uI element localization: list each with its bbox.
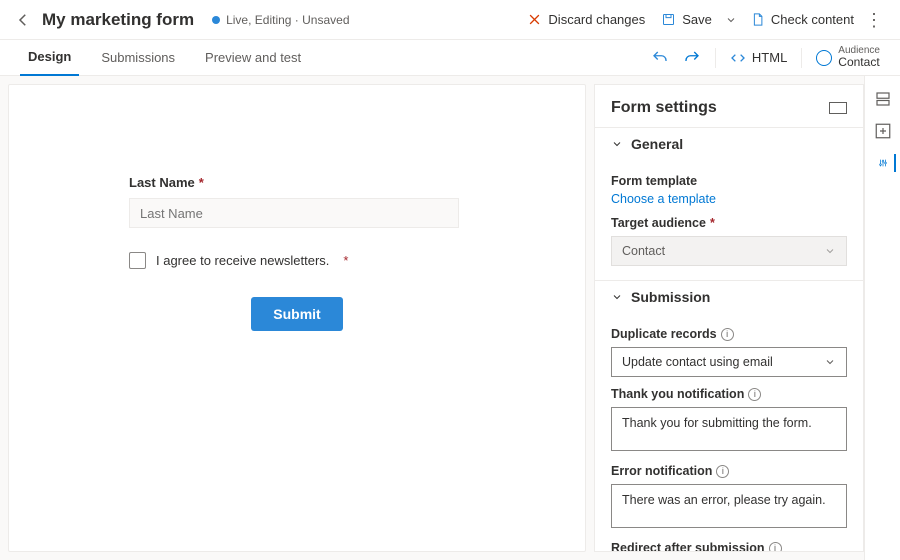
submit-button[interactable]: Submit [251, 297, 342, 331]
right-icon-rail [864, 76, 900, 560]
close-icon [527, 12, 542, 27]
choose-template-link[interactable]: Choose a template [611, 192, 716, 206]
redirect-label: Redirect after submissioni [611, 541, 847, 552]
document-icon [750, 12, 765, 27]
audience-selector[interactable]: Audience Contact [816, 45, 880, 69]
lastname-input[interactable] [129, 198, 459, 228]
back-icon[interactable] [14, 11, 32, 29]
section-general-toggle[interactable]: General [595, 127, 863, 160]
tab-preview[interactable]: Preview and test [197, 41, 309, 75]
info-icon[interactable]: i [716, 465, 729, 478]
thankyou-textarea[interactable] [611, 407, 847, 451]
more-actions-button[interactable]: ⋮ [862, 11, 886, 29]
elements-rail-button[interactable] [874, 90, 892, 108]
save-button[interactable]: Save [653, 8, 720, 31]
tab-design[interactable]: Design [20, 40, 79, 76]
undo-button[interactable] [651, 49, 669, 67]
chevron-down-icon [611, 291, 623, 303]
code-icon [730, 50, 746, 66]
target-audience-label: Target audience* [611, 216, 847, 230]
target-icon [816, 50, 832, 66]
info-icon[interactable]: i [748, 388, 761, 401]
info-icon[interactable]: i [721, 328, 734, 341]
info-icon[interactable]: i [769, 542, 782, 553]
chevron-down-icon [611, 138, 623, 150]
save-icon [661, 12, 676, 27]
duplicate-records-select[interactable]: Update contact using email [611, 347, 847, 377]
html-view-button[interactable]: HTML [730, 50, 787, 66]
status-text: Live, Editing · Unsaved [226, 13, 349, 27]
add-rail-button[interactable] [874, 122, 892, 140]
settings-panel: Form settings General Form template Choo… [594, 84, 864, 552]
consent-label: I agree to receive newsletters. [156, 253, 329, 268]
discard-changes-button[interactable]: Discard changes [519, 8, 653, 31]
chevron-down-icon [824, 245, 836, 257]
section-submission-toggle[interactable]: Submission [595, 280, 863, 313]
settings-rail-button[interactable] [878, 154, 896, 172]
redo-button[interactable] [683, 49, 701, 67]
page-title: My marketing form [42, 10, 194, 30]
error-textarea[interactable] [611, 484, 847, 528]
target-audience-select[interactable]: Contact [611, 236, 847, 266]
form-canvas[interactable]: Last Name* I agree to receive newsletter… [8, 84, 586, 552]
settings-title: Form settings [611, 99, 717, 117]
error-label: Error notificationi [611, 464, 847, 478]
consent-checkbox[interactable] [129, 252, 146, 269]
tab-submissions[interactable]: Submissions [93, 41, 183, 75]
panel-layout-icon[interactable] [829, 102, 847, 114]
chevron-down-icon [824, 356, 836, 368]
status-indicator-icon [212, 16, 220, 24]
form-template-label: Form template [611, 174, 847, 188]
chevron-down-icon [725, 14, 737, 26]
save-dropdown-button[interactable] [720, 14, 742, 26]
lastname-label: Last Name* [129, 175, 465, 190]
duplicate-records-label: Duplicate recordsi [611, 327, 847, 341]
thankyou-label: Thank you notificationi [611, 387, 847, 401]
check-content-button[interactable]: Check content [742, 8, 862, 31]
